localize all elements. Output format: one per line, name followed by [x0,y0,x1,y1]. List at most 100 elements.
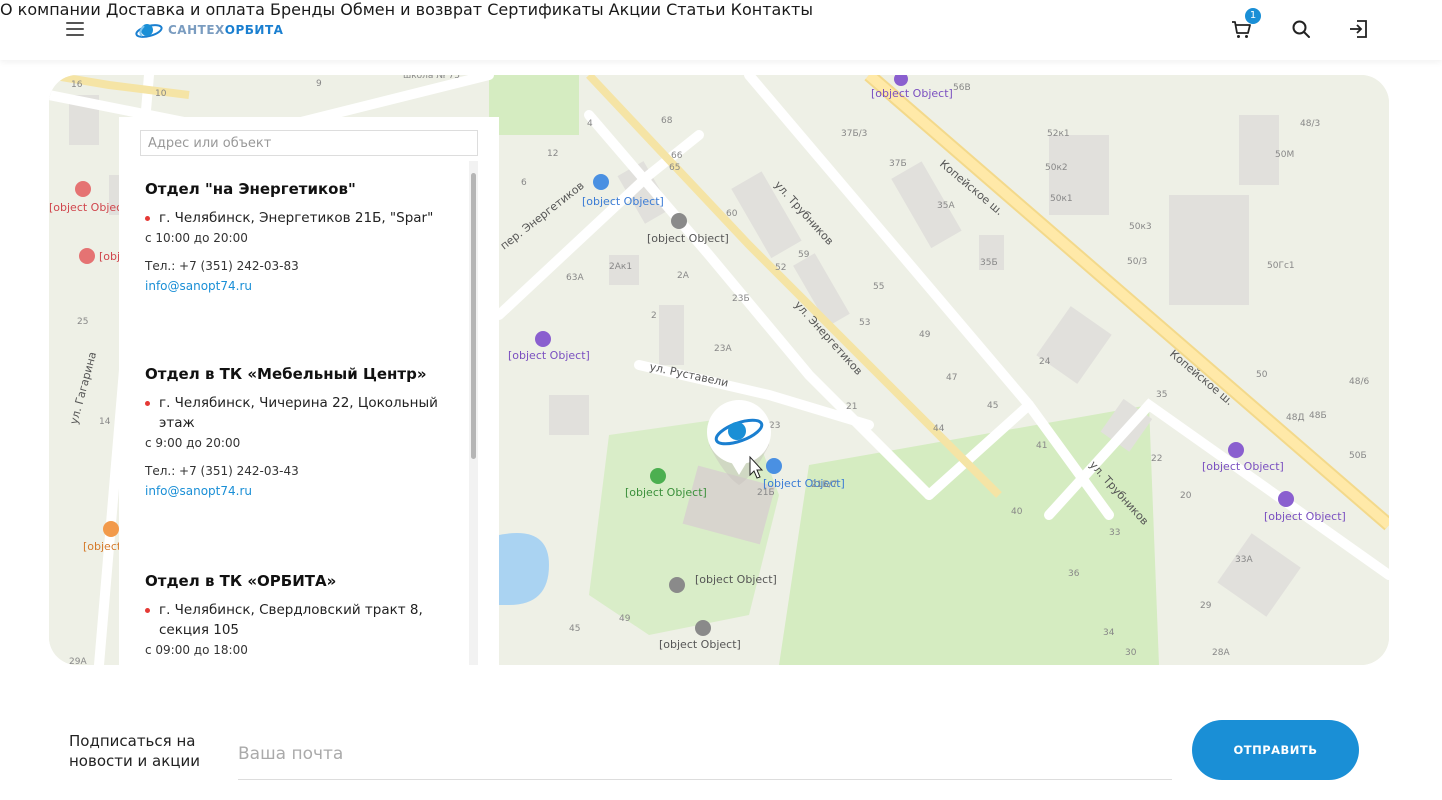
house-number-label: 48Д [1286,413,1304,423]
office-hours: с 09:00 до 18:00 [145,643,248,657]
house-number-label: 23Б [732,294,750,304]
house-number-label: 53 [859,318,870,328]
office-email-link[interactable]: info@sanopt74.ru [145,484,445,498]
cart-count-badge: 1 [1245,8,1261,24]
house-number-label: 66 [671,151,683,161]
house-number-label: 50к1 [1050,194,1073,204]
office-address: г. Челябинск, Свердловский тракт 8, секц… [145,600,445,640]
house-number-label: 2 [651,311,657,321]
poi-label: [object Object] [508,349,590,362]
house-number-label: 50M [1275,150,1294,160]
office-name: Отдел в ТК «Мебельный Центр» [145,365,427,383]
house-number-label: 29A [69,657,87,665]
office-hours: с 10:00 до 20:00 [145,231,248,245]
subscribe-email-input[interactable] [238,728,1172,780]
house-number-label: 52 [775,263,786,273]
office-email-link[interactable]: info@sanopt74.ru [145,279,445,293]
logo-icon [135,24,163,38]
office-phone: Тел.: +7 (351) 242-03-83 [145,259,299,273]
poi-label: [object Object] [695,573,777,586]
house-number-label: 48/6 [1349,377,1369,387]
office-card[interactable]: Отдел в ТК «Мебельный Центр» г. Челябинс… [145,365,445,498]
house-number-label: 37Б/3 [841,129,867,139]
house-number-label: 56B [953,83,971,93]
house-number-label: 35 [1156,390,1167,400]
house-number-label: 50Гс1 [1267,261,1295,271]
house-number-label: 12 [547,149,558,159]
house-number-label: 65 [669,163,680,173]
house-number-label: 35Б [980,258,998,268]
house-number-label: 37Б [889,159,907,169]
poi-label: [object Object] [659,638,741,651]
house-number-label: 63A [566,273,584,283]
house-number-label: 68 [661,116,673,126]
house-number-label: 52к1 [1047,129,1070,139]
house-number-label: 45 [569,624,580,634]
site-logo[interactable]: САНТЕХОРБИТА [134,16,294,44]
house-number-label: 24 [1039,357,1051,367]
house-number-label: 48/3 [1300,119,1320,129]
subscribe-submit-button[interactable]: ОТПРАВИТЬ [1192,720,1359,780]
office-address: г. Челябинск, Энергетиков 21Б, "Spar" [145,208,445,228]
nav-contacts[interactable]: Контакты [731,0,813,19]
subscribe-label: Подписаться на новости и акции [69,732,200,770]
house-number-label: 22 [1151,454,1162,464]
house-number-label: 9 [316,79,322,89]
house-number-label: 2A [677,271,690,281]
login-icon[interactable] [1348,19,1368,39]
house-number-label: 25 [77,317,88,327]
poi-label: [object Object] [871,87,953,100]
house-number-label: 33 [1109,528,1120,538]
office-name: Отдел "на Энергетиков" [145,180,356,198]
house-number-label: 50к3 [1129,222,1152,232]
poi-label: [object Object] [1202,460,1284,473]
house-number-label: 48Б [1309,411,1327,421]
poi-label: [object Object] [647,232,729,245]
logo-text-orbita: ОРБИТА [224,23,284,37]
nav-exchange[interactable]: Обмен и возврат [340,0,482,19]
office-name: Отдел в ТК «ОРБИТА» [145,572,337,590]
house-number-label: 4 [587,119,593,129]
site-header: САНТЕХОРБИТА О компании Доставка и оплат… [0,0,1442,60]
house-number-label: 34 [1103,628,1115,638]
nav-articles[interactable]: Статьи [666,0,725,19]
house-number-label: 35A [937,201,955,211]
house-number-label: 6 [521,178,527,188]
nav-about[interactable]: О компании [0,0,101,19]
address-search-input[interactable] [140,130,478,156]
house-number-label: 50Б [1349,451,1367,461]
office-list-panel: Отдел "на Энергетиков" г. Челябинск, Эне… [119,117,499,665]
house-number-label: 50к2 [1045,163,1068,173]
house-number-label: 20 [1180,491,1192,501]
menu-icon[interactable] [66,22,84,38]
office-card[interactable]: Отдел в ТК «ОРБИТА» г. Челябинск, Свердл… [145,572,445,657]
house-number-label: 40 [1011,507,1023,517]
house-number-label: 28A [1212,648,1230,658]
house-number-label: 33A [1235,555,1253,565]
house-number-label: 59 [798,250,810,260]
house-number-label: 23A [714,344,732,354]
poi-label: [object Object] [625,486,707,499]
office-address: г. Челябинск, Чичерина 22, Цокольный эта… [145,393,445,433]
office-card[interactable]: Отдел "на Энергетиков" г. Челябинск, Эне… [145,180,445,293]
house-number-label: 21 [846,402,857,412]
search-icon[interactable] [1291,19,1311,39]
house-number-label: 29 [1200,601,1212,611]
house-number-label: 2Ак1 [609,262,632,272]
house-number-label: 44 [933,424,945,434]
nav-certificates[interactable]: Сертификаты [487,0,603,19]
house-number-label: 30 [1125,648,1137,658]
office-hours: с 9:00 до 20:00 [145,436,241,450]
house-number-label: 21Б/7 [811,480,837,490]
scrollbar-thumb[interactable] [471,173,476,459]
house-number-label: 50/3 [1127,257,1147,267]
house-number-label: 14 [99,417,111,427]
house-number-label: 49 [619,614,631,624]
house-number-label: 41 [1036,441,1047,451]
nav-promotions[interactable]: Акции [609,0,661,19]
house-number-label: 36 [1068,569,1080,579]
house-number-label: 55 [873,282,884,292]
house-number-label: 50 [1256,370,1268,380]
house-number-label: 16 [71,80,83,90]
house-number-label: 47 [946,373,957,383]
